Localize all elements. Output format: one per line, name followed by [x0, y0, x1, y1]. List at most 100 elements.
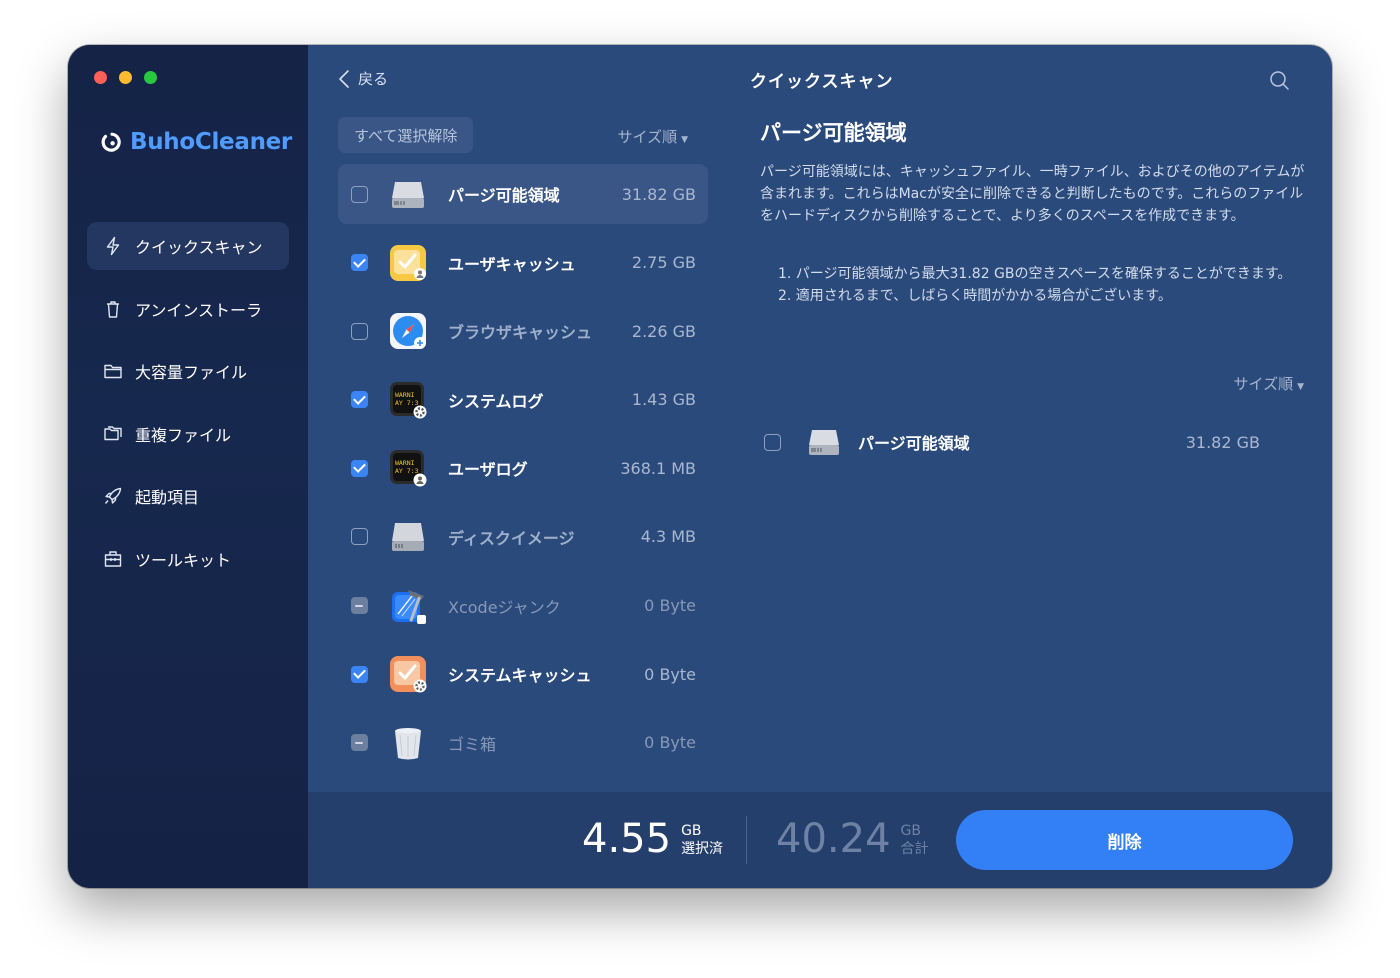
disk-image-icon: [392, 522, 424, 551]
note-1: 1. パージ可能領域から最大31.82 GBの空きスペースを確保することができま…: [778, 266, 1292, 282]
list-item-browser-cache[interactable]: ブラウザキャッシュ 2.26 GB: [338, 301, 708, 361]
brand-logo: BuhoCleaner: [100, 129, 292, 155]
sidebar-item-label: 大容量ファイル: [135, 363, 248, 382]
sidebar-item-label: 重複ファイル: [135, 425, 232, 445]
back-button[interactable]: 戻る: [338, 68, 388, 89]
sidebar-item-toolkit[interactable]: ツールキット: [87, 535, 289, 583]
list-item-purgeable[interactable]: パージ可能領域 31.82 GB: [338, 164, 708, 224]
list-item-user-cache[interactable]: ユーザキャッシュ 2.75 GB: [338, 233, 708, 293]
sidebar-item-label: アンインストーラ: [135, 300, 263, 320]
delete-button[interactable]: 削除: [956, 810, 1293, 870]
sort-dropdown[interactable]: サイズ順 ▼: [618, 126, 688, 147]
selected-size-unit: GB 選択済: [681, 822, 723, 862]
item-size: 31.82 GB: [1185, 432, 1260, 452]
item-size: 368.1 MB: [620, 458, 696, 478]
total-caption: 合計: [900, 841, 929, 857]
sidebar-item-quick-scan[interactable]: クイックスキャン: [87, 222, 289, 270]
item-label: ゴミ箱: [448, 734, 497, 754]
list-item-system-cache[interactable]: システムキャッシュ 0 Byte: [338, 644, 708, 704]
trash-icon: [107, 300, 119, 318]
selected-unit: GB: [681, 823, 702, 839]
minimize-window-button[interactable]: [119, 71, 132, 84]
selected-size-value: 4.55: [582, 816, 672, 862]
rocket-icon: [104, 487, 122, 504]
selected-size-stat: 4.55 GB 選択済: [582, 816, 723, 862]
zoom-window-button[interactable]: [144, 71, 157, 84]
toolbar: 戻る クイックスキャン: [308, 45, 1332, 115]
total-size-stat: 40.24 GB 合計: [776, 816, 929, 862]
svg-text:AY 7:3: AY 7:3: [395, 399, 419, 407]
sidebar-item-label: クイックスキャン: [135, 238, 263, 257]
hard-drive-icon: [809, 430, 839, 455]
xcode-icon: [392, 589, 426, 624]
item-size: 31.82 GB: [621, 184, 696, 204]
sidebar-item-label: 起動項目: [135, 488, 200, 507]
note-2: 2. 適用されるまで、しばらく時間がかかる場合がございます。: [778, 288, 1172, 304]
selected-caption: 選択済: [681, 841, 724, 857]
sidebar-item-large-files[interactable]: 大容量ファイル: [87, 347, 289, 395]
checkbox[interactable]: [764, 433, 781, 451]
category-rows: パージ可能領域 31.82 GB ユーザキャッシュ 2.75 GB ブラウザキャ…: [338, 164, 708, 781]
sidebar-item-startup[interactable]: 起動項目: [87, 472, 289, 520]
total-size-value: 40.24: [776, 816, 891, 862]
sidebar-item-uninstaller[interactable]: アンインストーラ: [87, 285, 289, 333]
window-controls: [94, 71, 157, 84]
user-cache-icon: [390, 244, 426, 281]
item-label: ユーザログ: [448, 460, 528, 480]
sidebar-item-label: ツールキット: [135, 550, 232, 570]
item-label: ディスクイメージ: [448, 528, 575, 548]
folder-icon: [104, 364, 122, 379]
sidebar-nav: クイックスキャン アンインストーラ 大容量ファイル 重複ファイル 起動項目 ツー…: [87, 222, 289, 597]
caret-down-icon: ▼: [1297, 382, 1304, 392]
checkbox[interactable]: [351, 734, 368, 752]
close-window-button[interactable]: [94, 71, 107, 84]
checkbox[interactable]: [351, 254, 368, 272]
checkbox[interactable]: [351, 459, 368, 477]
detail-description: パージ可能領域には、キャッシュファイル、一時ファイル、およびその他のアイテムが含…: [760, 164, 1305, 224]
footer-bar: 4.55 GB 選択済 40.24 GB 合計 削除: [308, 792, 1332, 888]
svg-text:AY 7:3: AY 7:3: [395, 467, 419, 475]
sidebar-item-duplicates[interactable]: 重複ファイル: [87, 410, 289, 458]
detail-title: パージ可能領域: [760, 121, 907, 145]
list-item-xcode-junk[interactable]: Xcodeジャンク 0 Byte: [338, 576, 708, 636]
item-size: 1.43 GB: [631, 390, 696, 410]
list-item-trash[interactable]: ゴミ箱 0 Byte: [338, 713, 708, 773]
system-log-icon: WARNI AY 7:3: [390, 381, 427, 419]
checkbox[interactable]: [351, 185, 368, 203]
sidebar: BuhoCleaner クイックスキャン アンインストーラ 大容量ファイル 重複…: [68, 45, 308, 888]
footer-divider: [746, 816, 747, 864]
list-item-disk-image[interactable]: ディスクイメージ 4.3 MB: [338, 507, 708, 567]
detail-sort-dropdown[interactable]: サイズ順 ▼: [1234, 373, 1304, 394]
checkbox[interactable]: [351, 391, 368, 409]
total-size-unit: GB 合計: [901, 822, 929, 862]
svg-text:WARNI: WARNI: [395, 459, 415, 467]
deselect-all-button[interactable]: すべて選択解除: [338, 117, 474, 153]
category-list: すべて選択解除 サイズ順 ▼ パージ可能領域 31.82 GB ユーザキャッシュ…: [338, 117, 708, 760]
checkbox[interactable]: [351, 322, 368, 340]
detail-item-purgeable[interactable]: パージ可能領域 31.82 GB: [760, 417, 1280, 467]
safari-icon: [390, 313, 426, 350]
page-title: クイックスキャン: [750, 72, 894, 92]
checkbox[interactable]: [351, 528, 368, 546]
checkbox[interactable]: [351, 665, 368, 683]
list-item-user-log[interactable]: WARNI AY 7:3 ユーザログ 368.1 MB: [338, 438, 708, 498]
app-window: BuhoCleaner クイックスキャン アンインストーラ 大容量ファイル 重複…: [68, 45, 1332, 888]
sort-label: サイズ順: [1233, 375, 1294, 393]
item-label: ブラウザキャッシュ: [448, 323, 593, 343]
toolbox-icon: [104, 550, 122, 567]
list-item-system-log[interactable]: WARNI AY 7:3 システムログ 1.43 GB: [338, 370, 708, 430]
item-label: パージ可能領域: [448, 186, 560, 205]
bolt-icon: [106, 236, 120, 256]
item-size: 0 Byte: [644, 664, 696, 684]
chevron-left-icon: [339, 69, 349, 88]
system-cache-icon: [390, 656, 427, 693]
svg-text:WARNI: WARNI: [395, 391, 415, 399]
item-label: システムログ: [448, 391, 544, 411]
buho-logo-icon: [101, 132, 121, 152]
checkbox[interactable]: [351, 597, 368, 615]
detail-notes: 1. パージ可能領域から最大31.82 GBの空きスペースを確保することができま…: [778, 263, 1308, 307]
search-icon[interactable]: [1268, 69, 1290, 91]
hard-drive-icon: [392, 182, 424, 208]
total-unit: GB: [900, 823, 921, 839]
user-log-icon: WARNI AY 7:3: [390, 450, 427, 487]
